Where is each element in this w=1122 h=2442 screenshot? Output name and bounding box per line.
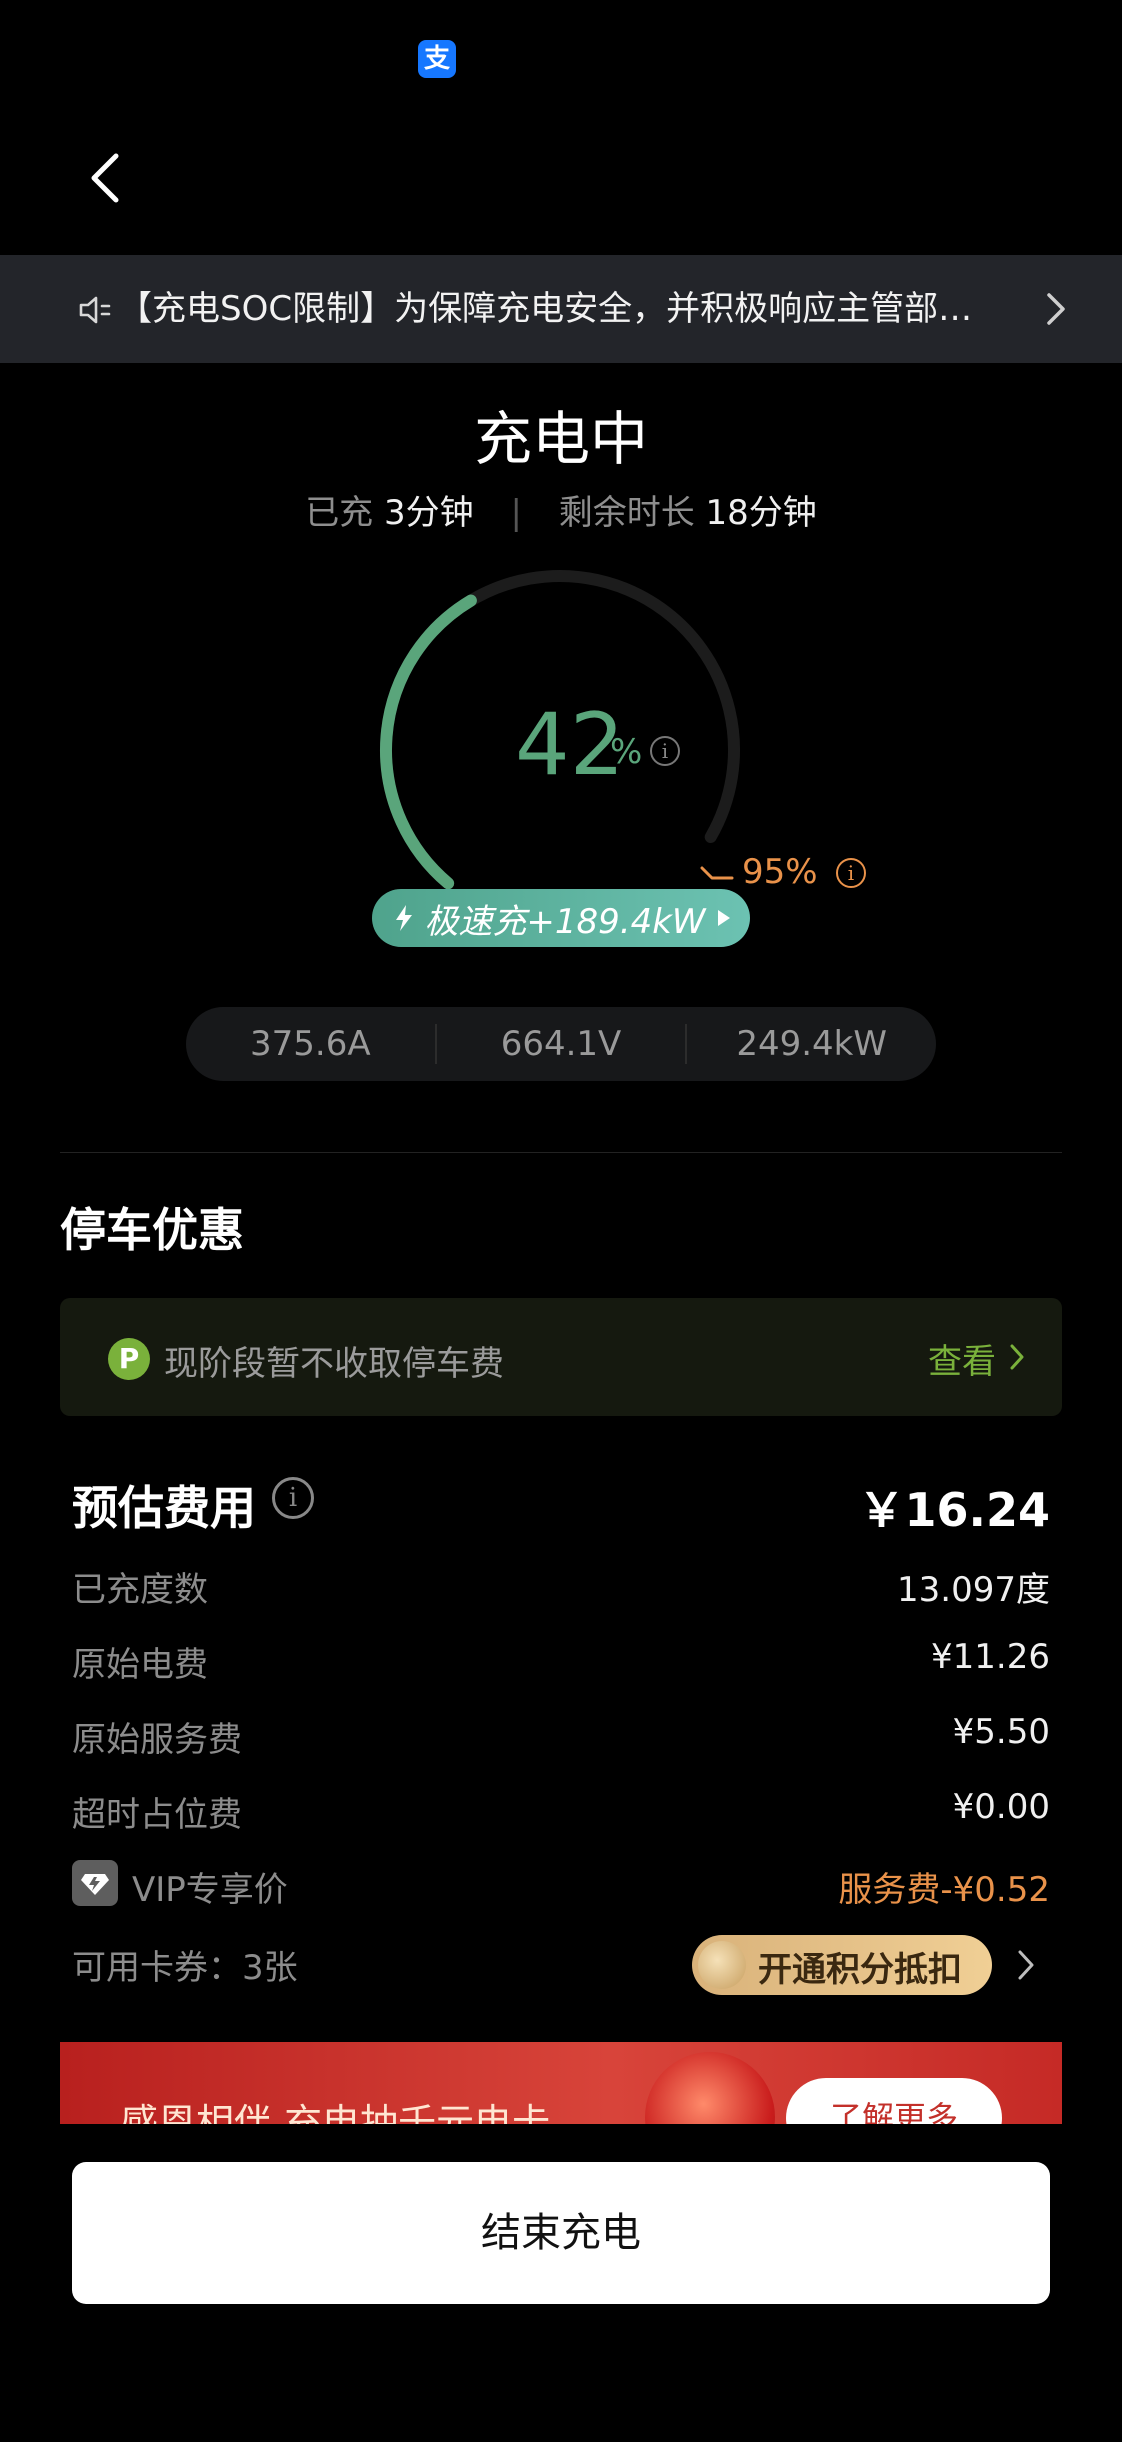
vip-price-row: VIP专享价 服务费-¥0.52: [72, 1860, 1050, 1912]
points-button-label: 开通积分抵扣: [758, 1950, 962, 1990]
metric-voltage: 664.1V: [500, 1024, 622, 1064]
fee-row: 超时占位费 ¥0.00: [72, 1787, 1050, 1837]
remaining-label: 剩余时长: [558, 493, 695, 533]
charging-status-title: 充电中: [473, 405, 648, 473]
soc-target: 95%: [742, 852, 818, 892]
parking-section-title: 停车优惠: [60, 1203, 244, 1257]
promo-banner[interactable]: 感恩相伴 充电抽千元电卡 了解更多: [60, 2042, 1062, 2124]
chevron-right-icon[interactable]: [1016, 1948, 1036, 1982]
fee-row-label: 原始电费: [72, 1645, 208, 1685]
target-info-icon[interactable]: i: [836, 858, 866, 888]
parking-card[interactable]: P 现阶段暂不收取停车费 查看: [60, 1298, 1062, 1416]
fee-title: 预估费用: [72, 1481, 256, 1535]
charge-mode-label: 极速充+189.4kW: [424, 901, 706, 942]
fee-row-value: 13.097度: [897, 1570, 1050, 1610]
end-charging-button[interactable]: 结束充电: [72, 2162, 1050, 2304]
back-button[interactable]: [82, 148, 132, 208]
fee-row-label: 超时占位费: [72, 1795, 242, 1835]
charged-value: 3分钟: [384, 493, 474, 533]
fee-row: 原始服务费 ¥5.50: [72, 1712, 1050, 1762]
fee-total: ￥16.24: [858, 1483, 1050, 1537]
vip-diamond-icon: [72, 1860, 118, 1906]
charging-duration-line: 已充 3分钟 | 剩余时长 18分钟: [0, 485, 1122, 534]
lightning-icon: [396, 905, 413, 931]
parking-text: 现阶段暂不收取停车费: [164, 1344, 504, 1384]
fee-row-label: 已充度数: [72, 1570, 208, 1610]
metric-power: 249.4kW: [736, 1024, 887, 1064]
learn-more-button[interactable]: 了解更多: [786, 2078, 1002, 2124]
play-triangle-icon: [717, 910, 730, 926]
lantern-illustration: [645, 2052, 775, 2124]
chevron-right-icon: [1010, 1344, 1024, 1370]
divider: |: [510, 493, 522, 533]
parking-icon: P: [108, 1338, 150, 1380]
charging-metrics: 375.6A 664.1V 249.4kW: [186, 1007, 936, 1081]
remaining-value: 18分钟: [705, 493, 817, 533]
fee-row: 原始电费 ¥11.26: [72, 1637, 1050, 1687]
points-deduction-button[interactable]: 开通积分抵扣: [692, 1935, 992, 1995]
status-bar: 支: [0, 0, 1122, 110]
vip-value: 服务费-¥0.52: [838, 1870, 1050, 1910]
notice-bar[interactable]: 【充电SOC限制】为保障充电安全，并积极响应主管部门要求，充电SOC上限调整: [0, 255, 1122, 363]
charge-mode-pill[interactable]: 极速充+189.4kW: [372, 889, 750, 947]
fee-info-icon[interactable]: i: [272, 1477, 314, 1519]
fee-row-label: 原始服务费: [72, 1720, 242, 1760]
soc-percent: 42: [515, 695, 625, 795]
chevron-left-icon: [91, 153, 119, 203]
gauge-progress: [380, 594, 477, 890]
coin-icon: [698, 1941, 746, 1989]
fee-row-value: ¥0.00: [952, 1787, 1050, 1827]
vip-label: VIP专享价: [132, 1870, 288, 1910]
soc-unit: %: [610, 732, 643, 772]
fee-row: 已充度数 13.097度: [72, 1562, 1050, 1612]
alipay-icon: 支: [418, 40, 456, 78]
chevron-right-icon: [1047, 293, 1065, 325]
section-divider: [60, 1152, 1062, 1153]
fee-row-value: ¥5.50: [952, 1712, 1050, 1752]
target-marker-icon: [700, 866, 734, 880]
promo-text: 感恩相伴 充电抽千元电卡: [120, 2101, 551, 2124]
fee-row-value: ¥11.26: [931, 1637, 1050, 1677]
metric-current: 375.6A: [250, 1024, 371, 1064]
coupon-label: 可用卡券：3张: [72, 1948, 298, 1988]
charged-label: 已充: [305, 493, 374, 533]
speaker-icon: [79, 296, 111, 324]
notice-text: 【充电SOC限制】为保障充电安全，并积极响应主管部门要求，充电SOC上限调整: [118, 289, 998, 329]
parking-view-link[interactable]: 查看: [928, 1334, 996, 1383]
soc-info-icon[interactable]: i: [650, 736, 680, 766]
